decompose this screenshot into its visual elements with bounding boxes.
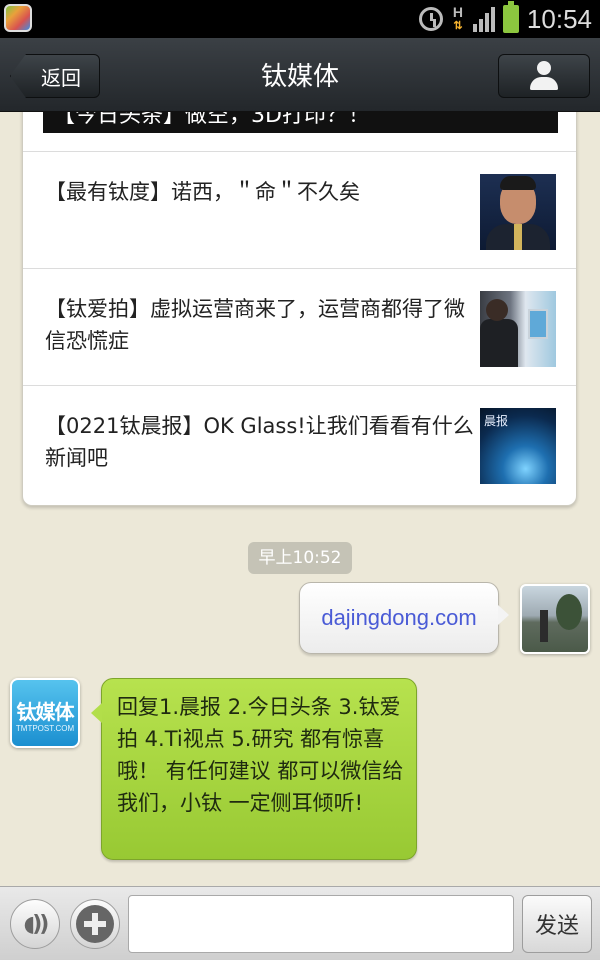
- avatar-logo-text: 钛媒体: [16, 700, 75, 724]
- profile-button[interactable]: [498, 54, 590, 98]
- article-item[interactable]: 【最有钛度】诺西，＂命＂不久矣: [23, 151, 576, 268]
- network-type-label: H: [452, 4, 463, 20]
- outgoing-message-text: dajingdong.com: [321, 605, 477, 630]
- title-bar: 返回 钛媒体: [0, 38, 600, 112]
- article-title: 【0221钛晨报】OK Glass!让我们看看有什么新闻吧: [45, 414, 474, 470]
- plus-icon: [76, 905, 114, 943]
- article-thumbnail: 晨报: [480, 408, 556, 484]
- incoming-message-text: 回复1.晨报 2.今日头条 3.钛爱拍 4.Ti视点 5.研究 都有惊喜哦！ 有…: [117, 695, 404, 815]
- status-time: 10:54: [526, 3, 592, 34]
- account-avatar[interactable]: 钛媒体 TMTPOST.COM: [10, 678, 80, 748]
- status-bar: H ⇅ 10:54: [0, 0, 600, 38]
- avatar-url-text: TMTPOST.COM: [15, 724, 75, 733]
- input-bar: ◖)) 发送: [0, 886, 600, 960]
- back-button[interactable]: 返回: [10, 54, 100, 98]
- article-title: 【最有钛度】诺西，＂命＂不久矣: [45, 180, 360, 204]
- more-button[interactable]: [70, 899, 120, 949]
- article-card: 【今日头条】做空，3D打印？！ 【最有钛度】诺西，＂命＂不久矣 【钛爱拍】虚拟运…: [22, 90, 577, 506]
- data-arrows-icon: ⇅: [453, 20, 463, 32]
- thumbnail-label: 晨报: [484, 414, 509, 428]
- signal-icon: [472, 6, 495, 32]
- article-item[interactable]: 【0221钛晨报】OK Glass!让我们看看有什么新闻吧 晨报: [23, 385, 576, 502]
- incoming-message-bubble[interactable]: 回复1.晨报 2.今日头条 3.钛爱拍 4.Ti视点 5.研究 都有惊喜哦！ 有…: [91, 678, 417, 860]
- alarm-icon: [418, 7, 443, 31]
- my-avatar[interactable]: [520, 584, 590, 654]
- status-icons: H ⇅ 10:54: [418, 0, 592, 38]
- app-notification-icon: [4, 4, 32, 32]
- article-title: 【钛爱拍】虚拟运营商来了，运营商都得了微信恐慌症: [45, 297, 465, 353]
- send-button[interactable]: 发送: [522, 895, 592, 953]
- network-type-icon: H ⇅: [451, 5, 465, 33]
- article-thumbnail: [480, 291, 556, 367]
- article-thumbnail: [480, 174, 556, 250]
- voice-button[interactable]: ◖)): [10, 899, 60, 949]
- page-title: 钛媒体: [260, 62, 339, 92]
- message-input[interactable]: [128, 895, 514, 953]
- person-icon: [527, 61, 561, 91]
- article-item[interactable]: 【钛爱拍】虚拟运营商来了，运营商都得了微信恐慌症: [23, 268, 576, 385]
- message-timestamp: 早上10:52: [248, 542, 352, 574]
- battery-icon: [502, 1, 519, 33]
- voice-icon: ◖)): [23, 911, 50, 937]
- outgoing-message-bubble[interactable]: dajingdong.com: [299, 582, 509, 654]
